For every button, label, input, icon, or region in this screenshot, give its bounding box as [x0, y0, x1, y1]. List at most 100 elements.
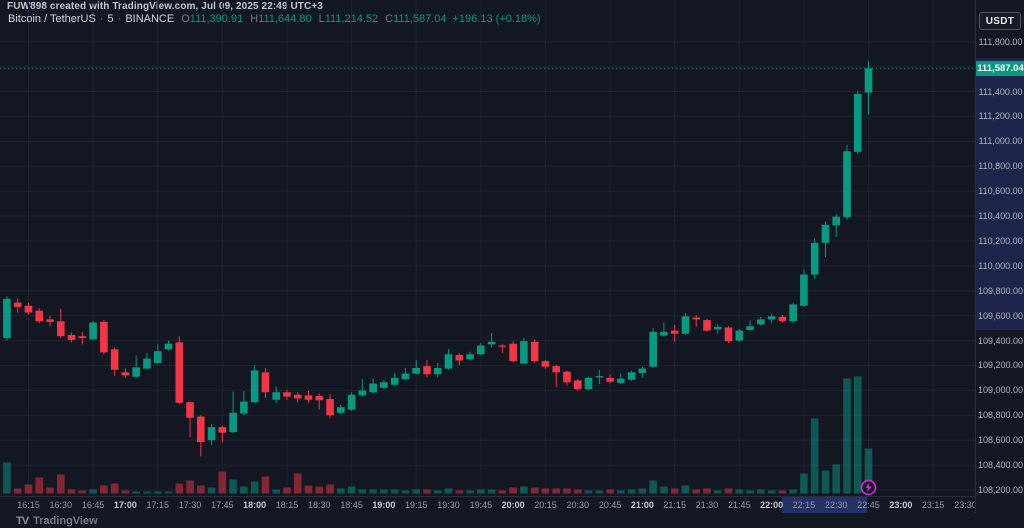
volume-bar	[455, 491, 463, 494]
volume-bar	[736, 490, 744, 494]
candle-body	[175, 342, 183, 402]
candle-body	[208, 427, 216, 440]
candle-body	[746, 326, 754, 330]
tradingview-window: FUW898 created with TradingView.com, Jul…	[0, 0, 1024, 528]
candle-body	[789, 304, 797, 321]
price-tick-label: 109,800.00	[976, 286, 1024, 296]
volume-bar	[122, 491, 130, 494]
volume-bar	[283, 488, 291, 494]
candle-body	[736, 331, 744, 341]
volume-bar	[240, 487, 248, 494]
volume-bar	[46, 488, 54, 494]
volume-bar	[843, 379, 851, 494]
volume-bar	[402, 491, 410, 494]
candle-body	[445, 354, 453, 368]
volume-bar	[79, 491, 87, 494]
volume-bar	[175, 484, 183, 494]
candle-body	[639, 369, 647, 373]
flash-event-icon[interactable]	[860, 479, 877, 496]
candle-body	[854, 94, 862, 152]
volume-bar	[477, 490, 485, 494]
volume-bar	[412, 490, 420, 494]
volume-bar	[822, 471, 830, 494]
price-tick-label: 111,400.00	[976, 87, 1024, 97]
candle-body	[682, 316, 690, 333]
candle-body	[822, 225, 830, 243]
candle-body	[154, 351, 162, 363]
price-axis[interactable]: 111,800.00111,600.00111,400.00111,200.00…	[975, 0, 1024, 513]
symbol-name[interactable]: Bitcoin / TetherUS	[8, 13, 96, 25]
low-value: 111,214.52	[325, 13, 378, 25]
price-tick-label: 111,000.00	[976, 136, 1024, 146]
volume-bar	[757, 490, 765, 494]
volume-bar	[789, 490, 797, 494]
volume-bar	[272, 490, 280, 494]
candle-body	[68, 335, 76, 340]
time-axis[interactable]: 16:1516:3016:4517:0017:1517:3017:4518:00…	[0, 496, 1024, 514]
candle-body	[617, 379, 625, 383]
candle-body	[219, 427, 227, 433]
volume-bar	[714, 491, 722, 494]
candle-body	[563, 372, 571, 383]
volume-bar	[671, 489, 679, 494]
volume-bar	[595, 491, 603, 494]
volume-bar	[520, 487, 528, 494]
volume-bar	[552, 489, 560, 494]
volume-bar	[208, 488, 216, 494]
volume-bar	[143, 492, 151, 494]
volume-bar	[391, 490, 399, 494]
candle-body	[89, 323, 97, 340]
volume-bar	[154, 492, 162, 494]
candle-body	[542, 361, 550, 367]
candle-body	[46, 319, 54, 321]
candle-body	[466, 354, 474, 359]
footer-bar: TV TradingView	[0, 513, 1024, 528]
volume-bar	[326, 485, 334, 494]
candle-body	[305, 395, 313, 399]
legend-separator: ·	[96, 13, 108, 25]
candle-body	[143, 359, 151, 369]
candle-body	[391, 378, 399, 385]
candle-body	[800, 275, 808, 306]
open-label: O	[181, 13, 190, 25]
close-label: C	[385, 13, 393, 25]
candle-body	[35, 311, 43, 322]
volume-bar	[262, 477, 270, 494]
candle-body	[703, 320, 711, 331]
volume-bar	[369, 490, 377, 494]
volume-bar	[509, 488, 517, 494]
candle-body	[531, 342, 539, 361]
legend-separator: ·	[114, 13, 126, 25]
tradingview-logo[interactable]: TV TradingView	[16, 513, 98, 528]
candle-body	[520, 341, 528, 363]
candle-body	[186, 402, 194, 418]
candle-body	[132, 367, 140, 376]
volume-bar	[660, 487, 668, 494]
candle-body	[649, 332, 657, 367]
volume-bar	[606, 490, 614, 494]
price-tick-label: 110,600.00	[976, 186, 1024, 196]
symbol-legend[interactable]: Bitcoin / TetherUS·5·BINANCEO111,390.91H…	[8, 13, 541, 25]
price-tick-label: 108,800.00	[976, 410, 1024, 420]
chart-canvas[interactable]	[0, 0, 975, 496]
candle-body	[348, 395, 356, 410]
volume-bar	[574, 490, 582, 494]
volume-bar	[563, 489, 571, 494]
candle-body	[229, 413, 237, 432]
candle-body	[499, 346, 507, 347]
candle-body	[412, 368, 420, 374]
price-tick-label: 110,800.00	[976, 161, 1024, 171]
volume-bar	[423, 490, 431, 494]
candle-body	[757, 319, 765, 324]
volume-bar	[348, 487, 356, 494]
candle-body	[714, 327, 722, 329]
price-tick-label: 108,400.00	[976, 460, 1024, 470]
interval-label[interactable]: 5	[108, 13, 114, 25]
candle-body	[251, 370, 259, 402]
price-tick-label: 108,200.00	[976, 485, 1024, 495]
candle-body	[574, 380, 582, 389]
volume-bar	[380, 490, 388, 494]
currency-toggle-button[interactable]: USDT	[979, 12, 1021, 30]
candle-body	[262, 372, 270, 392]
exchange-label[interactable]: BINANCE	[125, 13, 174, 25]
